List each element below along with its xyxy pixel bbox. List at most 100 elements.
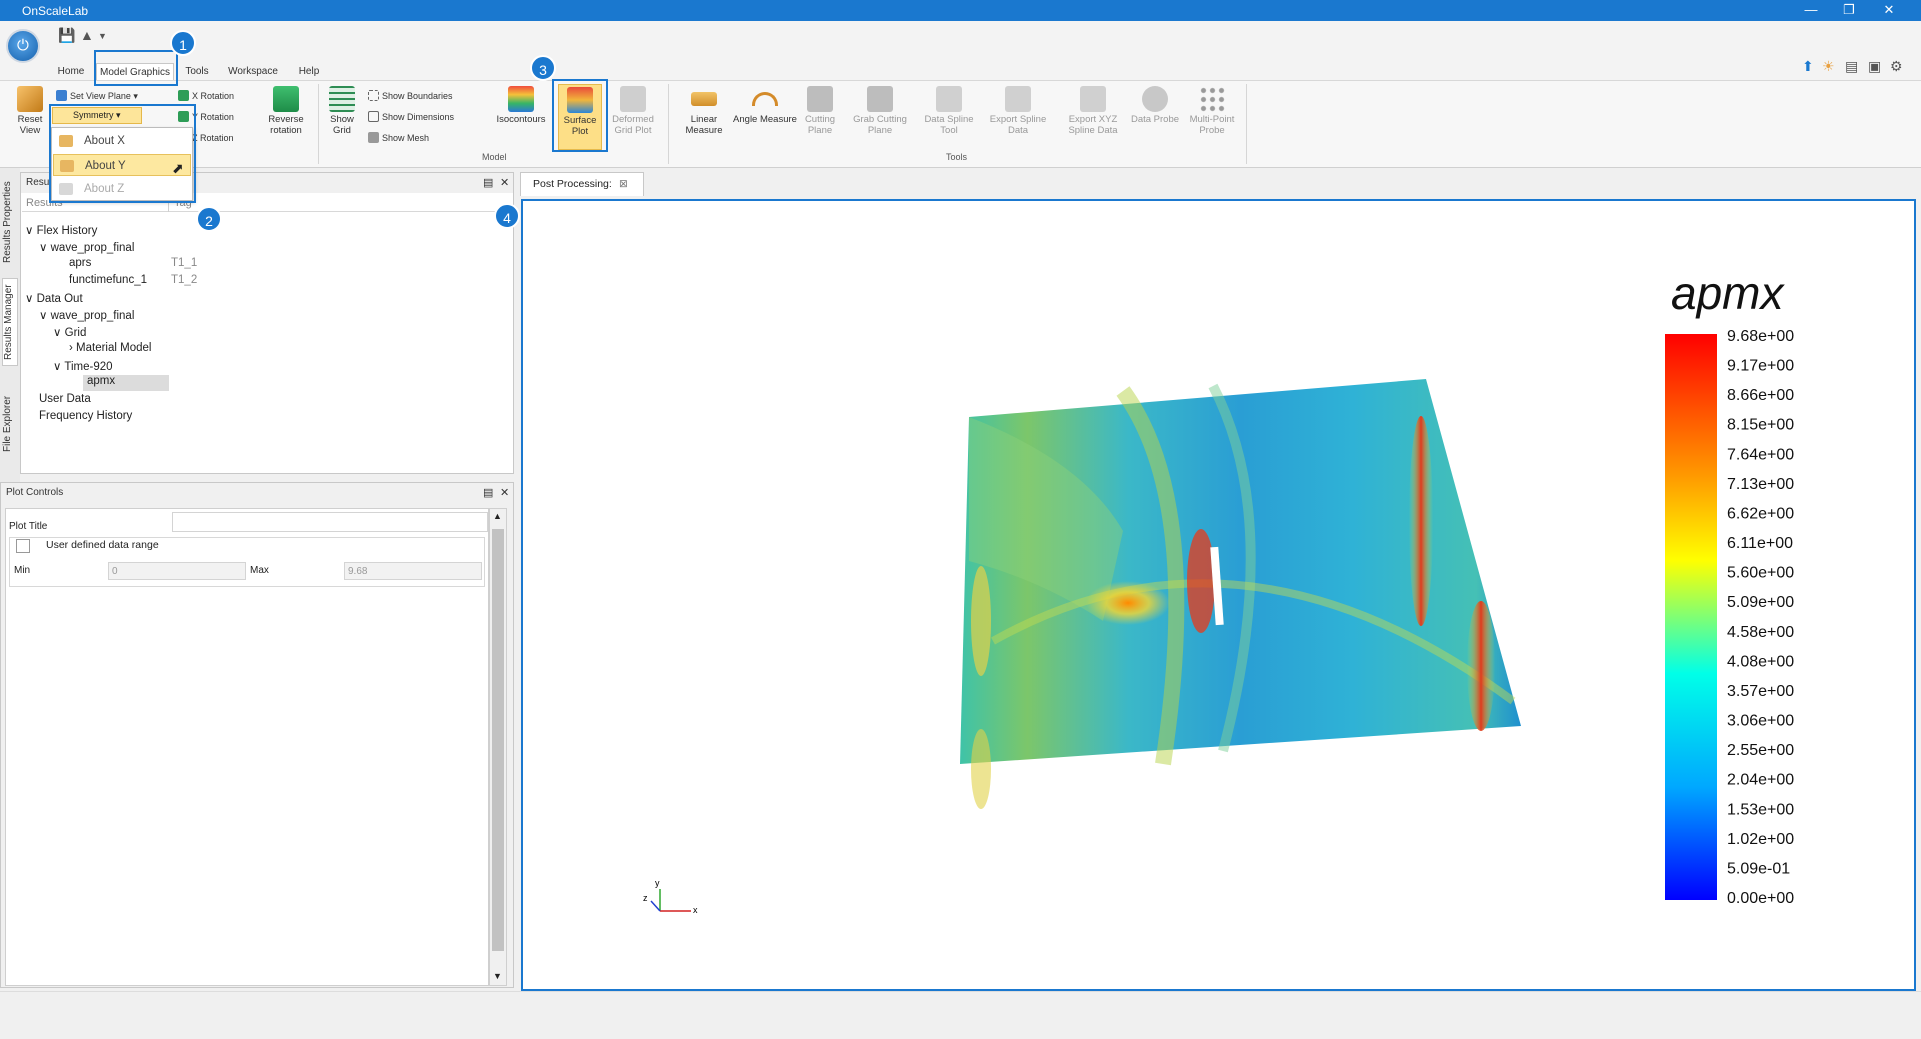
isocontours-button[interactable]: Isocontours (494, 86, 548, 125)
highlight-surface-plot (552, 79, 608, 152)
show-grid-button[interactable]: Show Grid (324, 86, 360, 136)
surface-mesh[interactable] (960, 379, 1521, 809)
cube-icon (17, 86, 43, 112)
tab-help[interactable]: Help (292, 63, 326, 80)
quick-access-toolbar (0, 21, 1921, 81)
legend-ticks: 9.68e+00 9.17e+00 8.66e+00 8.15e+00 7.64e+00… (1727, 328, 1794, 907)
probe-icon (1142, 86, 1168, 112)
close-panel-icon[interactable]: ✕ (500, 176, 509, 189)
legend-tick-label: 8.66e+00 (1727, 387, 1794, 404)
surface-plot-canvas[interactable]: y x z apmx 9.68e+00 9.17e+00 8.66e+00 8.15e… (523, 201, 1913, 988)
reverse-arrows-icon (273, 86, 299, 112)
rotation-icon (178, 90, 189, 101)
restore-icon[interactable]: ❐ (1838, 2, 1860, 19)
user-defined-range-label: User defined data range (46, 539, 159, 551)
grab-cutting-plane-button[interactable]: Grab Cutting Plane (848, 86, 912, 136)
tree-item-time-920[interactable]: ∨ Time-920 (53, 359, 113, 373)
x-rotation-button[interactable]: X Rotation (178, 90, 234, 101)
tree-item-user-data[interactable]: User Data (39, 393, 91, 405)
export-xyz-spline-icon (1080, 86, 1106, 112)
float-panel-icon[interactable]: ▤ (483, 486, 493, 499)
legend-tick-label: 2.04e+00 (1727, 772, 1794, 789)
axis-y-label: y (655, 878, 660, 888)
plot-controls-scrollbar[interactable]: ▲ ▼ (489, 508, 507, 986)
tree-item-aprs[interactable]: aprs (69, 257, 91, 269)
export-spline-data-button[interactable]: Export Spline Data (980, 86, 1056, 136)
max-input[interactable] (344, 562, 482, 580)
status-bar (0, 991, 1921, 1039)
export-spline-icon (1005, 86, 1031, 112)
axis-z-label: z (643, 893, 648, 903)
app-menu-button[interactable]: ⏻ (6, 29, 40, 63)
scroll-thumb[interactable] (492, 529, 504, 951)
tab-workspace[interactable]: Workspace (224, 63, 282, 80)
code-icon[interactable]: ▤ (1845, 58, 1858, 75)
tree-tag-functimefunc: T1_2 (171, 274, 198, 286)
set-view-plane-button[interactable]: Set View Plane ▾ (56, 90, 138, 102)
tab-post-processing[interactable]: Post Processing: ⊠ (520, 172, 644, 196)
3d-viewport[interactable]: y x z apmx 9.68e+00 9.17e+00 8.66e+00 8.15e… (521, 199, 1916, 991)
save-icon[interactable]: 💾 (58, 27, 75, 44)
multi-point-probe-button[interactable]: Multi-Point Probe (1186, 86, 1238, 136)
tab-tools[interactable]: Tools (180, 63, 214, 80)
multi-point-icon (1199, 86, 1225, 112)
tree-item-apmx[interactable]: apmx (83, 375, 169, 391)
float-panel-icon[interactable]: ▤ (483, 176, 493, 189)
tree-item-data-out[interactable]: ∨ Data Out (25, 291, 83, 305)
gear-icon[interactable]: ⚙ (1890, 58, 1903, 75)
tree-item-frequency-history[interactable]: Frequency History (39, 410, 132, 422)
data-probe-button[interactable]: Data Probe (1130, 86, 1180, 125)
angle-measure-button[interactable]: Angle Measure (732, 86, 798, 125)
legend-tick-label: 7.13e+00 (1727, 476, 1794, 493)
tree-item-wave-prop-final[interactable]: ∨ wave_prop_final (39, 240, 134, 254)
title-bar: OnScaleLab — ❐ ✕ (0, 0, 1921, 21)
close-icon[interactable]: ✕ (1878, 2, 1900, 19)
cutting-plane-button[interactable]: Cutting Plane (800, 86, 840, 136)
axes-triad: y x z (643, 878, 698, 915)
show-mesh-button[interactable]: Show Mesh (368, 132, 429, 143)
tree-item-grid[interactable]: ∨ Grid (53, 325, 86, 339)
axis-x-label: x (693, 905, 698, 915)
scroll-down-icon[interactable]: ▼ (493, 971, 502, 981)
callout-3: 3 (530, 55, 556, 81)
window-icon[interactable]: ▣ (1868, 58, 1881, 75)
close-tab-icon[interactable]: ⊠ (619, 173, 628, 195)
up-arrow-icon[interactable]: ⬆ (1802, 58, 1814, 75)
min-input[interactable] (108, 562, 246, 580)
reverse-rotation-button[interactable]: Reverse rotation (264, 86, 308, 136)
tab-home[interactable]: Home (52, 63, 90, 80)
reset-view-button[interactable]: Reset View (12, 86, 48, 136)
export-xyz-spline-data-button[interactable]: Export XYZ Spline Data (1058, 86, 1128, 136)
minimize-icon[interactable]: — (1800, 2, 1822, 19)
export-icon[interactable]: ▲ (80, 27, 94, 43)
sun-icon[interactable]: ☀ (1822, 58, 1835, 75)
deformed-grid-icon (620, 86, 646, 112)
tab-file-explorer[interactable]: File Explorer (2, 388, 18, 460)
legend-tick-label: 5.09e+00 (1727, 594, 1794, 611)
legend-tick-label: 7.64e+00 (1727, 446, 1794, 463)
legend-tick-label: 0.00e+00 (1727, 890, 1794, 907)
show-boundaries-button[interactable]: Show Boundaries (368, 90, 453, 101)
deformed-grid-plot-button[interactable]: Deformed Grid Plot (604, 86, 662, 136)
tree-item-wave-prop-final[interactable]: ∨ wave_prop_final (39, 308, 134, 322)
tab-results-manager[interactable]: Results Manager (2, 278, 18, 366)
tree-item-material-model[interactable]: › Material Model (69, 342, 151, 354)
scroll-up-icon[interactable]: ▲ (493, 511, 502, 521)
qat-dropdown-icon[interactable]: ▼ (98, 31, 107, 41)
show-dimensions-button[interactable]: Show Dimensions (368, 111, 454, 122)
plot-title-input[interactable] (172, 512, 488, 532)
isocontours-icon (508, 86, 534, 112)
legend-tick-label: 9.68e+00 (1727, 328, 1794, 345)
boundary-icon (368, 90, 379, 101)
tree-item-flex-history[interactable]: ∨ Flex History (25, 223, 97, 237)
linear-measure-button[interactable]: Linear Measure (678, 86, 730, 136)
spline-icon (936, 86, 962, 112)
cutting-plane-icon (807, 86, 833, 112)
data-spline-tool-button[interactable]: Data Spline Tool (922, 86, 976, 136)
user-defined-range-checkbox[interactable] (16, 539, 30, 553)
min-label: Min (14, 565, 31, 576)
max-label: Max (250, 565, 269, 576)
tab-results-properties[interactable]: Results Properties (2, 178, 18, 266)
close-panel-icon[interactable]: ✕ (500, 486, 509, 499)
tree-item-functimefunc[interactable]: functimefunc_1 (69, 274, 147, 286)
